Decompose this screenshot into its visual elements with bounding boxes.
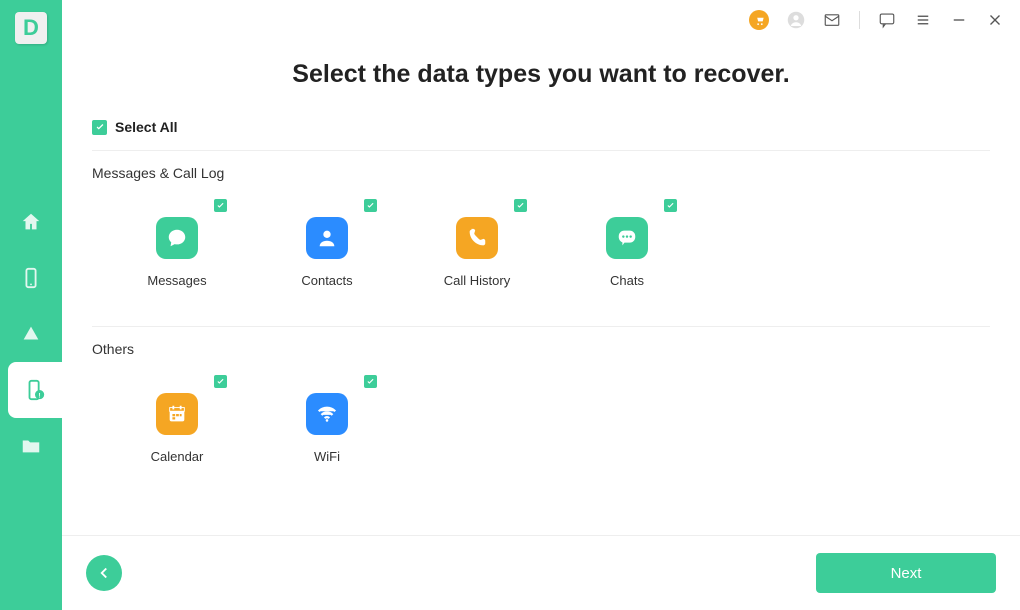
check-icon — [366, 201, 375, 210]
titlebar-divider — [859, 11, 860, 29]
item-contacts[interactable]: Contacts — [282, 201, 372, 288]
main-area: Select the data types you want to recove… — [62, 0, 1020, 610]
items-grid: Messages Contacts Call — [92, 191, 990, 308]
section-header: Others — [92, 341, 990, 357]
app-logo: D — [15, 12, 47, 44]
item-checkbox[interactable] — [664, 199, 677, 212]
footer: Next — [62, 535, 1020, 610]
close-icon — [986, 11, 1004, 29]
item-wifi[interactable]: WiFi — [282, 377, 372, 464]
mail-button[interactable] — [823, 11, 841, 29]
page-title: Select the data types you want to recove… — [92, 60, 990, 89]
select-all-checkbox[interactable] — [92, 120, 107, 135]
arrow-left-icon — [95, 564, 113, 582]
item-checkbox[interactable] — [364, 199, 377, 212]
message-icon — [156, 217, 198, 259]
user-icon — [787, 11, 805, 29]
cloud-icon — [20, 323, 42, 345]
sidebar-item-home[interactable] — [0, 194, 62, 250]
cart-icon — [754, 15, 765, 26]
user-button[interactable] — [787, 11, 805, 29]
home-icon — [20, 211, 42, 233]
section-others: Others Calendar WiFi — [92, 341, 990, 484]
check-icon — [95, 122, 105, 132]
mail-icon — [823, 11, 841, 29]
sidebar-item-phone-alert[interactable]: ! — [8, 362, 62, 418]
items-grid: Calendar WiFi — [92, 367, 990, 484]
phone-icon — [456, 217, 498, 259]
item-label: WiFi — [314, 449, 340, 464]
sidebar-item-cloud[interactable] — [0, 306, 62, 362]
minimize-button[interactable] — [950, 11, 968, 29]
item-checkbox[interactable] — [214, 375, 227, 388]
back-button[interactable] — [86, 555, 122, 591]
check-icon — [666, 201, 675, 210]
item-checkbox[interactable] — [214, 199, 227, 212]
section-divider — [92, 326, 990, 327]
sidebar-item-folder[interactable] — [0, 418, 62, 474]
chat-icon — [878, 11, 896, 29]
menu-icon — [914, 11, 932, 29]
check-icon — [216, 377, 225, 386]
section-messages: Messages & Call Log Messages — [92, 165, 990, 308]
close-button[interactable] — [986, 11, 1004, 29]
sidebar: D ! — [0, 0, 62, 610]
item-label: Calendar — [151, 449, 204, 464]
item-messages[interactable]: Messages — [132, 201, 222, 288]
section-header: Messages & Call Log — [92, 165, 990, 181]
cart-button[interactable] — [749, 10, 769, 30]
item-label: Contacts — [301, 273, 352, 288]
phone-alert-icon: ! — [24, 379, 46, 401]
select-all-row[interactable]: Select All — [92, 119, 990, 151]
calendar-icon — [156, 393, 198, 435]
check-icon — [516, 201, 525, 210]
select-all-label: Select All — [115, 119, 178, 135]
item-label: Messages — [147, 273, 206, 288]
item-call-history[interactable]: Call History — [432, 201, 522, 288]
item-chats[interactable]: Chats — [582, 201, 672, 288]
titlebar — [62, 0, 1020, 40]
next-button[interactable]: Next — [816, 553, 996, 593]
svg-text:!: ! — [39, 392, 41, 399]
menu-button[interactable] — [914, 11, 932, 29]
chat-bubble-icon — [606, 217, 648, 259]
item-checkbox[interactable] — [364, 375, 377, 388]
app-window: D ! — [0, 0, 1020, 610]
item-checkbox[interactable] — [514, 199, 527, 212]
item-label: Chats — [610, 273, 644, 288]
minimize-icon — [950, 11, 968, 29]
feedback-button[interactable] — [878, 11, 896, 29]
check-icon — [216, 201, 225, 210]
sidebar-item-phone[interactable] — [0, 250, 62, 306]
item-calendar[interactable]: Calendar — [132, 377, 222, 464]
item-label: Call History — [444, 273, 510, 288]
folder-icon — [20, 435, 42, 457]
content: Select the data types you want to recove… — [62, 40, 1020, 535]
contact-icon — [306, 217, 348, 259]
wifi-icon — [306, 393, 348, 435]
phone-device-icon — [20, 267, 42, 289]
check-icon — [366, 377, 375, 386]
